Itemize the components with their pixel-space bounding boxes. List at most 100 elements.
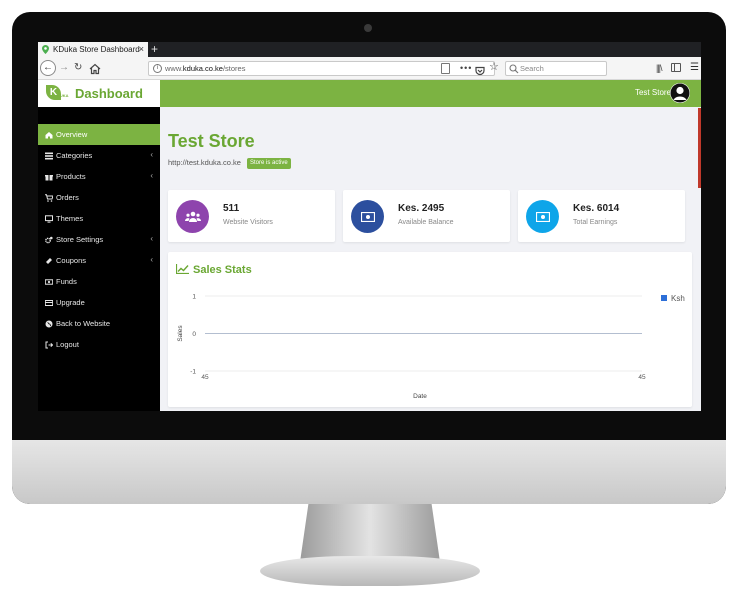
stat-card-balance: Kes. 2495 Available Balance bbox=[343, 190, 510, 242]
users-icon bbox=[176, 200, 209, 233]
sales-chart: 1 0 -1 45 45 Date Sales Ksh bbox=[177, 294, 685, 401]
sidebar-item-orders[interactable]: Orders bbox=[38, 187, 160, 208]
browser-tab-strip: KDuka Store Dashboard × + bbox=[38, 42, 701, 57]
home-icon bbox=[45, 131, 53, 139]
stat-label: Total Earnings bbox=[573, 219, 618, 226]
globe-icon bbox=[45, 320, 53, 328]
web-page: K DUKA Dashboard Test Store Overview Cat… bbox=[38, 80, 701, 411]
new-tab-button[interactable]: + bbox=[151, 42, 158, 57]
sign-out-icon bbox=[45, 341, 53, 349]
brand-title: Dashboard bbox=[75, 86, 143, 101]
kduka-logo: K DUKA bbox=[46, 85, 69, 102]
legend-label: Ksh bbox=[671, 294, 685, 303]
chevron-left-icon: ‹ bbox=[150, 171, 153, 180]
pocket-icon[interactable] bbox=[475, 63, 485, 76]
info-icon[interactable]: i bbox=[153, 64, 162, 73]
desktop-icon bbox=[45, 214, 53, 223]
camera bbox=[364, 24, 372, 32]
line-chart-icon bbox=[175, 261, 189, 279]
list-icon bbox=[45, 152, 53, 160]
search-placeholder: Search bbox=[520, 64, 544, 73]
sidebar-item-label: Themes bbox=[56, 214, 84, 223]
page-actions-icon[interactable]: ••• bbox=[460, 62, 472, 74]
sidebar-item-categories[interactable]: Categories ‹ bbox=[38, 145, 160, 166]
sidebar-item-overview[interactable]: Overview bbox=[38, 124, 160, 145]
chevron-left-icon: ‹ bbox=[150, 150, 153, 159]
sidebar-item-upgrade[interactable]: Upgrade bbox=[38, 292, 160, 313]
money-icon bbox=[526, 200, 559, 233]
chevron-left-icon: ‹ bbox=[150, 255, 153, 264]
credit-card-icon bbox=[45, 299, 53, 307]
brand[interactable]: K DUKA Dashboard bbox=[38, 80, 160, 107]
sidebar: Overview Categories ‹ Products ‹ Orders … bbox=[38, 107, 160, 411]
chart-heading: Sales Stats bbox=[175, 261, 252, 279]
legend-swatch bbox=[661, 295, 667, 301]
url-prefix: www. bbox=[165, 64, 183, 73]
sidebar-item-label: Products bbox=[56, 172, 86, 181]
cogs-icon bbox=[45, 236, 53, 244]
sidebar-item-label: Store Settings bbox=[56, 235, 104, 244]
stat-value: Kes. 2495 bbox=[398, 203, 445, 214]
money-icon bbox=[45, 278, 53, 286]
sidebar-item-coupons[interactable]: Coupons ‹ bbox=[38, 250, 160, 271]
y-tick-label: 0 bbox=[192, 331, 196, 338]
sidebar-item-funds[interactable]: Funds bbox=[38, 271, 160, 292]
sidebar-item-back-to-website[interactable]: Back to Website bbox=[38, 313, 160, 334]
bookmark-star-icon[interactable]: ☆ bbox=[489, 61, 499, 74]
stat-label: Website Visitors bbox=[223, 219, 273, 226]
close-tab-icon[interactable]: × bbox=[139, 44, 144, 55]
back-button[interactable]: ← bbox=[40, 60, 56, 76]
chart-title: Sales Stats bbox=[193, 264, 252, 276]
screen-edge-highlight bbox=[698, 108, 701, 188]
stat-label: Available Balance bbox=[398, 219, 454, 226]
reader-view-icon[interactable] bbox=[441, 63, 450, 74]
stat-value: 511 bbox=[223, 203, 240, 214]
y-tick-label: -1 bbox=[190, 369, 196, 376]
x-tick-label: 45 bbox=[201, 374, 209, 381]
gift-icon bbox=[45, 173, 53, 181]
sales-stats-panel: Sales Stats 1 0 -1 45 45 Date Sales Ksh bbox=[168, 252, 692, 407]
location-pin-icon bbox=[42, 45, 49, 54]
search-input[interactable]: Search bbox=[505, 61, 607, 76]
home-icon[interactable] bbox=[89, 62, 101, 75]
sidebar-item-label: Categories bbox=[56, 151, 93, 160]
y-tick-label: 1 bbox=[192, 294, 196, 301]
page-title: Test Store bbox=[168, 131, 255, 151]
tab-title: KDuka Store Dashboard bbox=[53, 45, 140, 54]
sidebar-item-store-settings[interactable]: Store Settings ‹ bbox=[38, 229, 160, 250]
sidebar-item-logout[interactable]: Logout bbox=[38, 334, 160, 355]
sidebar-item-themes[interactable]: Themes bbox=[38, 208, 160, 229]
cart-icon bbox=[45, 193, 53, 202]
sidebar-item-label: Coupons bbox=[56, 256, 87, 265]
user-name[interactable]: Test Store bbox=[635, 88, 671, 97]
url-path: /stores bbox=[222, 64, 246, 73]
stat-card-visitors: 511 Website Visitors bbox=[168, 190, 335, 242]
x-axis-label: Date bbox=[413, 393, 427, 400]
money-icon bbox=[351, 200, 384, 233]
sidebar-item-label: Upgrade bbox=[56, 298, 85, 307]
browser-tab[interactable]: KDuka Store Dashboard × bbox=[38, 42, 148, 57]
reload-button[interactable]: ↻ bbox=[74, 62, 82, 74]
monitor-stand-neck bbox=[300, 504, 440, 562]
url-host: kduka.co.ke bbox=[182, 64, 223, 73]
monitor-chin bbox=[12, 440, 726, 504]
sidebar-item-label: Back to Website bbox=[56, 319, 111, 328]
ticket-icon bbox=[45, 257, 53, 265]
logo-sub: DUKA bbox=[57, 93, 69, 98]
monitor-stand-base bbox=[260, 556, 480, 586]
forward-button[interactable]: → bbox=[59, 62, 69, 74]
status-badge: Store is active bbox=[247, 158, 291, 169]
sidebar-toggle-icon[interactable] bbox=[671, 63, 681, 72]
browser-toolbar: ← → ↻ i www.kduka.co.ke/stores ••• ☆ Sea… bbox=[38, 57, 701, 80]
top-header: Test Store bbox=[160, 80, 701, 107]
sidebar-item-label: Orders bbox=[56, 193, 79, 202]
sidebar-item-products[interactable]: Products ‹ bbox=[38, 166, 160, 187]
store-url-link[interactable]: http://test.kduka.co.ke bbox=[168, 158, 241, 167]
library-icon[interactable]: |||\ bbox=[656, 62, 662, 74]
sidebar-item-label: Funds bbox=[56, 277, 77, 286]
sidebar-item-label: Logout bbox=[56, 340, 79, 349]
stat-value: Kes. 6014 bbox=[573, 203, 620, 214]
x-tick-label: 45 bbox=[638, 374, 646, 381]
hamburger-menu-icon[interactable]: ☰ bbox=[690, 62, 699, 74]
user-avatar-icon[interactable] bbox=[670, 83, 690, 103]
